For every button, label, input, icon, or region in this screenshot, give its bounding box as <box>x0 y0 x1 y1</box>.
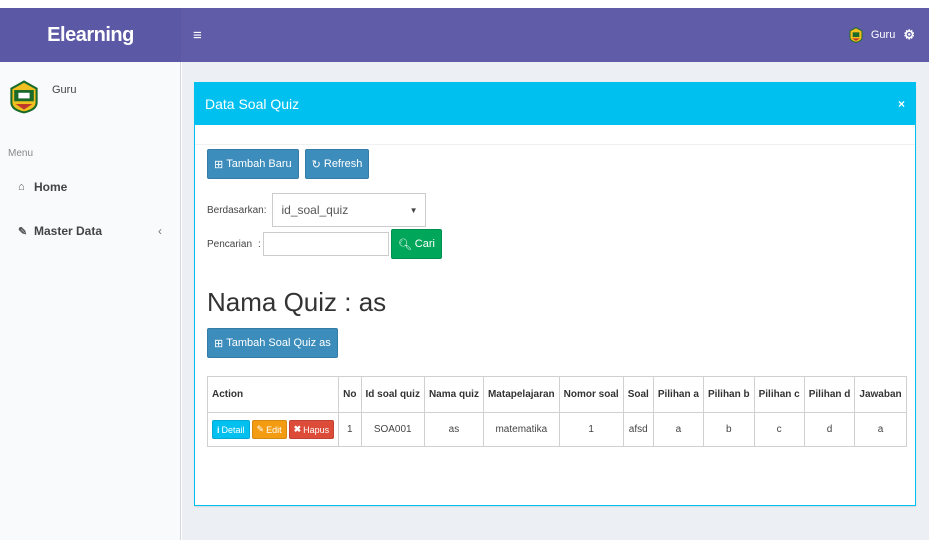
search-row: Pencarian : 🔍︎ Cari <box>207 229 903 259</box>
sidebar-item-label: Master Data <box>34 224 103 238</box>
panel-header: Data Soal Quiz × <box>195 83 915 125</box>
panel-body: ⊞ Tambah Baru ↻ Refresh Berdasarkan: id_… <box>195 149 915 447</box>
search-icon: 🔍︎ <box>397 238 412 251</box>
cell-pilihan-b: b <box>702 412 755 447</box>
search-separator: : <box>258 238 261 250</box>
user-panel: Guru <box>0 62 180 142</box>
search-input[interactable] <box>262 232 389 256</box>
column-header: Pilihan d <box>803 376 856 413</box>
search-label: Pencarian <box>207 238 253 250</box>
filter-row: Berdasarkan: id_soal_quiz ▼ <box>207 193 903 227</box>
cari-button[interactable]: 🔍︎ Cari <box>390 229 442 259</box>
filter-label: Berdasarkan: <box>207 204 267 216</box>
edit-icon: ✎ <box>18 225 28 238</box>
cell-nama-quiz: as <box>423 412 484 447</box>
column-header: No <box>338 376 362 413</box>
close-icon[interactable]: × <box>898 97 905 111</box>
refresh-button[interactable]: ↻ Refresh <box>304 149 370 179</box>
button-label: Hapus <box>303 424 330 435</box>
button-label: Detail <box>221 424 245 435</box>
top-navbar: ≡ Guru ⚙ <box>181 8 929 62</box>
plus-square-icon: ⊞ <box>214 158 224 171</box>
info-icon: i <box>217 424 220 435</box>
detail-button[interactable]: i Detail <box>212 420 250 439</box>
school-logo-icon <box>10 80 38 114</box>
cell-pilihan-a: a <box>652 412 704 447</box>
content-area: Data Soal Quiz × ⊞ Tambah Baru ↻ Refresh… <box>182 62 929 540</box>
hapus-button[interactable]: ✖ Hapus <box>288 420 335 439</box>
row-actions: i Detail ✎ Edit ✖ Hapus <box>212 420 335 439</box>
user-menu[interactable]: Guru ⚙ <box>849 27 915 43</box>
home-icon: ⌂ <box>18 181 25 193</box>
cell-pilihan-c: c <box>753 412 805 447</box>
button-label: Cari <box>414 238 435 250</box>
column-header: Id soal quiz <box>360 376 425 413</box>
close-icon: ✖ <box>293 424 302 434</box>
column-header: Soal <box>622 376 654 413</box>
action-cell: i Detail ✎ Edit ✖ Hapus <box>206 412 340 447</box>
column-header: Matapelajaran <box>482 376 560 413</box>
toolbar: ⊞ Tambah Baru ↻ Refresh <box>207 149 903 179</box>
column-header: Nama quiz <box>423 376 484 413</box>
school-logo-icon <box>849 27 863 43</box>
table-row: i Detail ✎ Edit ✖ Hapus 1 SOA001 as mate… <box>206 412 907 447</box>
cell-matapelajaran: matematika <box>482 412 560 447</box>
user-name[interactable]: Guru <box>871 29 895 41</box>
tambah-baru-button[interactable]: ⊞ Tambah Baru <box>207 149 299 179</box>
button-label: Refresh <box>323 158 363 170</box>
panel-title: Data Soal Quiz <box>205 96 300 112</box>
sidebar-user-name: Guru <box>52 84 77 96</box>
filter-select[interactable]: id_soal_quiz ▼ <box>272 193 427 227</box>
refresh-icon: ↻ <box>311 158 321 171</box>
divider <box>195 125 915 145</box>
column-header: Jawaban <box>854 376 907 413</box>
cell-nomor-soal: 1 <box>558 412 624 447</box>
caret-down-icon: ▼ <box>409 205 418 215</box>
column-header: Pilihan b <box>702 376 755 413</box>
sidebar-item-label: Home <box>34 180 68 194</box>
tambah-soal-quiz-button[interactable]: ⊞ Tambah Soal Quiz as <box>207 328 338 358</box>
button-label: Tambah Baru <box>226 158 292 170</box>
column-header: Nomor soal <box>558 376 624 413</box>
table-header-row: Action No Id soal quiz Nama quiz Matapel… <box>206 376 907 413</box>
menu-header: Menu <box>8 148 34 159</box>
button-label: Edit <box>266 424 282 435</box>
quiz-title: Nama Quiz : as <box>207 287 387 317</box>
soal-quiz-table: Action No Id soal quiz Nama quiz Matapel… <box>206 376 907 447</box>
cell-no: 1 <box>338 412 362 447</box>
edit-icon: ✎ <box>256 424 265 434</box>
cell-pilihan-d: d <box>803 412 856 447</box>
plus-square-icon: ⊞ <box>214 337 224 350</box>
cell-soal: afsd <box>622 412 654 447</box>
hamburger-icon[interactable]: ≡ <box>193 27 202 44</box>
sidebar: Guru Menu ⌂ Home ✎ Master Data ‹ <box>0 62 181 540</box>
gears-icon[interactable]: ⚙ <box>903 27 915 43</box>
filter-selected-value: id_soal_quiz <box>281 203 349 217</box>
button-label: Tambah Soal Quiz as <box>226 337 331 349</box>
cell-jawaban: a <box>854 412 907 447</box>
brand-logo[interactable]: Elearning <box>0 8 181 62</box>
column-header: Pilihan a <box>652 376 704 413</box>
column-header: Action <box>206 376 340 413</box>
chevron-left-icon: ‹ <box>158 224 162 238</box>
sidebar-item-master-data[interactable]: ✎ Master Data ‹ <box>0 209 180 253</box>
data-soal-quiz-panel: Data Soal Quiz × ⊞ Tambah Baru ↻ Refresh… <box>194 82 916 506</box>
cell-id-soal-quiz: SOA001 <box>360 412 425 447</box>
column-header: Pilihan c <box>753 376 805 413</box>
edit-button[interactable]: ✎ Edit <box>251 420 287 439</box>
sidebar-item-home[interactable]: ⌂ Home <box>0 165 180 209</box>
